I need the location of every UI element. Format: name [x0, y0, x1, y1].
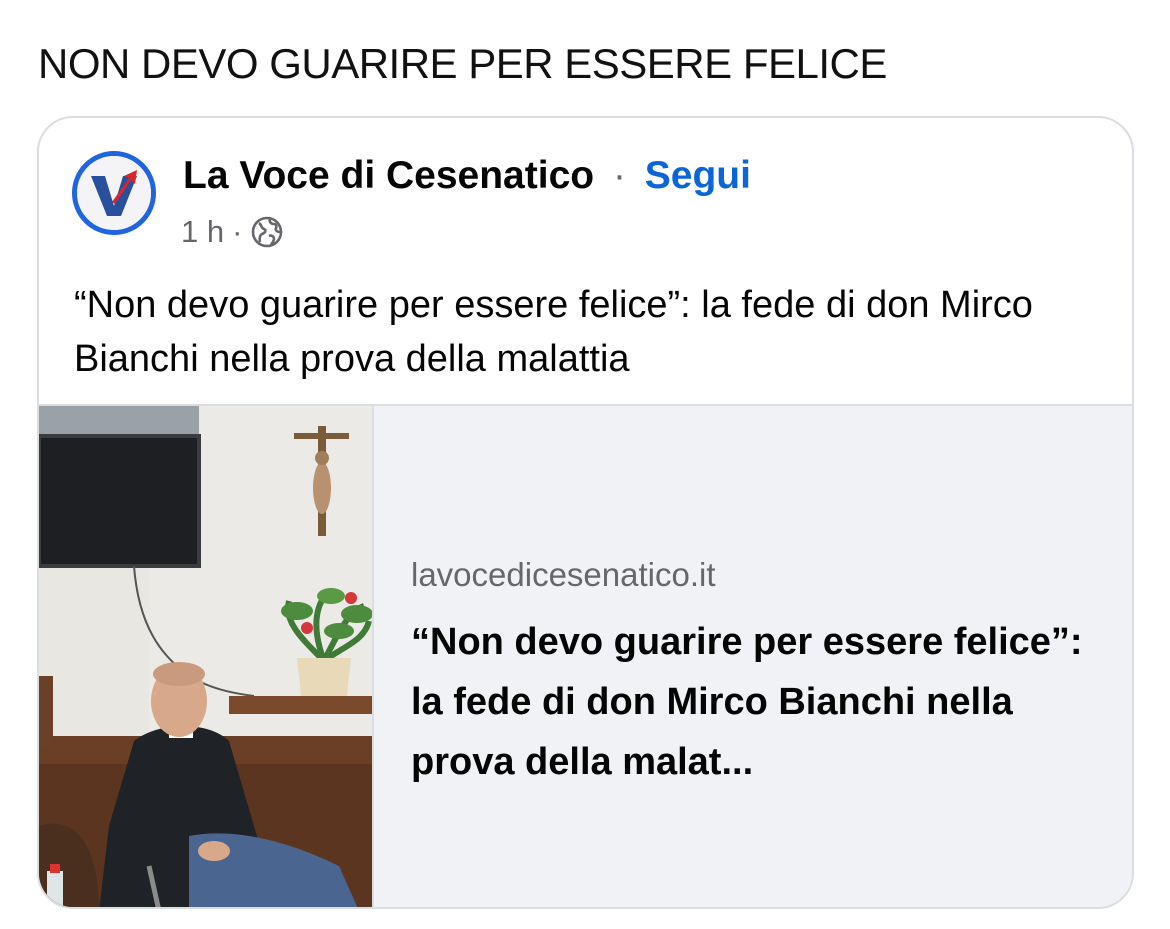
globe-icon	[250, 215, 284, 249]
author-line: La Voce di Cesenatico · Segui	[183, 154, 751, 198]
article-thumbnail	[39, 406, 374, 907]
follow-button[interactable]: Segui	[645, 154, 751, 197]
author-separator: ·	[612, 154, 626, 197]
post-heading: NON DEVO GUARIRE PER ESSERE FELICE	[38, 40, 887, 87]
link-preview[interactable]: lavocedicesenatico.it “Non devo guarire …	[39, 404, 1132, 907]
author-name[interactable]: La Voce di Cesenatico	[183, 154, 594, 197]
post-timestamp[interactable]: 1 h	[181, 214, 224, 250]
page-avatar[interactable]	[72, 151, 156, 235]
link-domain: lavocedicesenatico.it	[411, 556, 716, 593]
link-title[interactable]: “Non devo guarire per essere felice”: la…	[411, 612, 1101, 792]
shared-post-card: La Voce di Cesenatico · Segui 1 h · “Non…	[37, 116, 1134, 909]
voce-logo-icon	[77, 156, 151, 230]
link-text: lavocedicesenatico.it “Non devo guarire …	[411, 556, 1101, 792]
meta-separator: ·	[232, 214, 243, 249]
post-text: “Non devo guarire per essere felice”: la…	[74, 284, 1033, 380]
post-meta: 1 h ·	[181, 214, 284, 250]
